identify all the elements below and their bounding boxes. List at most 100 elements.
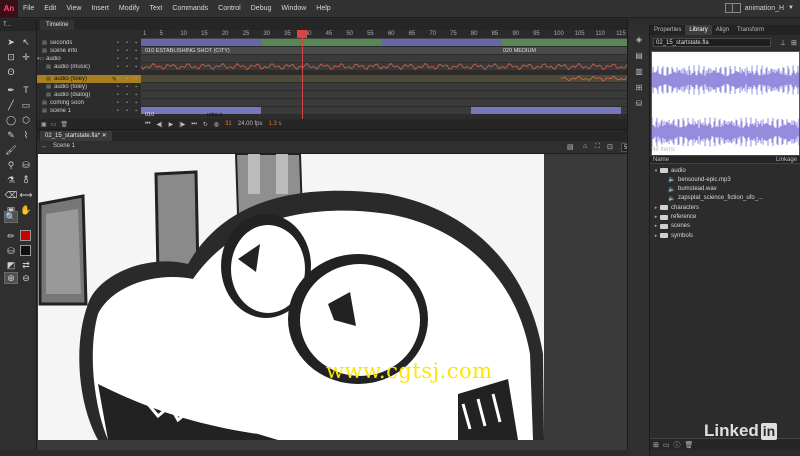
properties-small-icon[interactable]: ⓘ xyxy=(674,440,681,450)
loop-icon[interactable]: ↻ xyxy=(203,121,208,128)
black-white-icon[interactable]: ◩ xyxy=(4,259,18,271)
text-tool-icon[interactable]: T xyxy=(19,84,33,96)
3d-rotation-tool-icon[interactable]: ✛ xyxy=(19,51,33,63)
subselection-tool-icon[interactable]: ↖ xyxy=(19,36,33,48)
library-item[interactable]: ▸ reference xyxy=(650,213,800,222)
menu-edit[interactable]: Edit xyxy=(39,5,61,12)
lasso-tool-icon[interactable]: ʘ xyxy=(4,66,18,78)
tab-library[interactable]: Library xyxy=(685,25,712,35)
width-tool-icon[interactable]: ⟷ xyxy=(19,189,33,201)
back-arrow-icon[interactable]: ← xyxy=(41,143,48,150)
library-item[interactable]: 🔈 bensound-epic.mp3 xyxy=(650,175,800,184)
timeline-tab[interactable]: Timeline xyxy=(40,20,75,30)
eyedropper-tool-icon[interactable]: ⚨ xyxy=(19,174,33,186)
align-icon[interactable]: ▥ xyxy=(633,67,645,77)
layer-toggles[interactable]: • • ▪ xyxy=(117,40,141,46)
frame-rate[interactable]: 24.00 fps xyxy=(238,121,263,127)
polystar-tool-icon[interactable]: ⬡ xyxy=(19,114,33,126)
menu-text[interactable]: Text xyxy=(145,5,168,12)
menu-file[interactable]: File xyxy=(18,5,39,12)
layer-row[interactable]: ▤ audio (foley) ✎ • • ▪ xyxy=(37,75,141,83)
layer-row[interactable]: ▤ audio (foley) • • ▪ xyxy=(37,83,141,91)
new-folder-icon[interactable]: ▭ xyxy=(51,121,57,128)
layer-row[interactable]: ▤ scene info • • ▪ xyxy=(37,47,141,55)
fill-color-swatch[interactable] xyxy=(20,245,31,256)
brush-tool-icon[interactable]: ⌇ xyxy=(19,129,33,141)
menu-debug[interactable]: Debug xyxy=(246,5,277,12)
snap-to-objects-icon[interactable]: ⊕ xyxy=(4,272,18,284)
zoom-out-icon[interactable]: ⊖ xyxy=(19,272,33,284)
stage[interactable] xyxy=(38,154,544,440)
layer-row[interactable]: ▤ coming soon • • ▪ xyxy=(37,99,141,107)
layer-row[interactable]: ▤ audio (music) • • ▪ xyxy=(37,63,141,71)
tab-align[interactable]: Align xyxy=(712,25,733,35)
step-back-icon[interactable]: ◀| xyxy=(156,121,162,128)
layer-toggles[interactable]: • • ▪ xyxy=(117,84,141,90)
edit-scene-icon[interactable]: ⌂ xyxy=(583,143,587,150)
last-frame-icon[interactable]: ⏭ xyxy=(191,121,196,128)
library-item[interactable]: ▸ characters xyxy=(650,203,800,212)
chevron-right-icon[interactable]: ▸ xyxy=(652,214,660,220)
swap-colors-icon[interactable]: ⇄ xyxy=(19,259,33,271)
properties-icon[interactable]: ◈ xyxy=(633,35,645,45)
chevron-right-icon[interactable]: ▸ xyxy=(652,233,660,239)
library-item[interactable]: ▸ scenes xyxy=(650,222,800,231)
layer-toggles[interactable]: • • ▪ xyxy=(117,64,141,70)
layer-row[interactable]: ▤ audio (dialog) • • ▪ xyxy=(37,91,141,99)
library-file-select[interactable]: 02_15_startstate.fla xyxy=(653,38,771,47)
stroke-color-swatch[interactable] xyxy=(20,230,31,241)
menu-modify[interactable]: Modify xyxy=(114,5,145,12)
library-item[interactable]: ▾ audio xyxy=(650,166,800,175)
current-frame[interactable]: 31 xyxy=(225,121,232,127)
new-library-panel-icon[interactable]: ⊞ xyxy=(791,39,797,47)
layer-row[interactable]: ▾▭ audio • • ▪ xyxy=(37,55,141,63)
pencil-tool-icon[interactable]: ✎ xyxy=(4,129,18,141)
chevron-right-icon[interactable]: ▸ xyxy=(652,223,660,229)
ink-bottle-tool-icon[interactable]: ⚗ xyxy=(4,174,18,186)
onion-skin-icon[interactable]: ◍ xyxy=(214,121,219,128)
new-folder-icon[interactable]: ▭ xyxy=(663,441,670,449)
chevron-right-icon[interactable]: ▸ xyxy=(652,205,660,211)
layout-icon[interactable] xyxy=(724,3,741,13)
fill-color-icon[interactable]: ⛁ xyxy=(4,245,18,257)
play-icon[interactable]: ▶ xyxy=(169,121,174,128)
library-icon[interactable]: ▤ xyxy=(633,51,645,61)
swatches-icon[interactable]: ⛁ xyxy=(633,99,645,109)
center-stage-icon[interactable]: ⊡ xyxy=(607,143,613,151)
chevron-down-icon[interactable]: ▾ xyxy=(652,168,660,174)
paint-brush-tool-icon[interactable]: 🖌 xyxy=(4,144,18,156)
new-symbol-icon[interactable]: ⊞ xyxy=(653,441,659,449)
column-linkage[interactable]: Linkage xyxy=(776,157,797,163)
menu-commands[interactable]: Commands xyxy=(167,5,213,12)
workspace-switcher[interactable]: animation_H ▼ xyxy=(724,3,794,13)
column-name[interactable]: Name xyxy=(653,157,669,163)
oval-tool-icon[interactable]: ◯ xyxy=(4,114,18,126)
layer-toggles[interactable]: • • ▪ xyxy=(117,76,141,82)
bone-tool-icon[interactable]: ⚲ xyxy=(4,159,18,171)
line-tool-icon[interactable]: ╱ xyxy=(4,99,18,111)
layer-toggles[interactable]: • • ▪ xyxy=(117,100,141,106)
menu-window[interactable]: Window xyxy=(276,5,311,12)
frame-grid[interactable]: 010 ESTABLISHING SHOT (CITY) 020 MEDIUM … xyxy=(140,39,628,121)
first-frame-icon[interactable]: ⏮ xyxy=(145,121,150,128)
layer-toggles[interactable]: • • ▪ xyxy=(117,56,141,62)
menu-insert[interactable]: Insert xyxy=(86,5,114,12)
paint-bucket-tool-icon[interactable]: ⛁ xyxy=(19,159,33,171)
library-item[interactable]: 🔈 bumstead.wav xyxy=(650,185,800,194)
layer-row[interactable]: ▤ scene 1 • • ▪ xyxy=(37,107,141,115)
hand-tool-icon[interactable]: ✋ xyxy=(19,204,33,216)
zoom-tool-icon[interactable]: 🔍 xyxy=(4,211,18,223)
menu-view[interactable]: View xyxy=(61,5,86,12)
layer-toggles[interactable]: • • ▪ xyxy=(117,108,141,114)
tab-properties[interactable]: Properties xyxy=(650,25,685,35)
menu-control[interactable]: Control xyxy=(213,5,246,12)
free-transform-tool-icon[interactable]: ⊡ xyxy=(4,51,18,63)
edit-symbol-icon[interactable]: ⛶ xyxy=(595,143,600,151)
library-item[interactable]: ▸ symbols xyxy=(650,231,800,240)
pin-icon[interactable]: ⊥ xyxy=(780,39,786,47)
delete-layer-icon[interactable]: 🗑 xyxy=(60,121,68,128)
layer-toggles[interactable]: • • ▪ xyxy=(117,92,141,98)
playhead[interactable] xyxy=(302,30,303,125)
step-forward-icon[interactable]: |▶ xyxy=(179,121,185,128)
stroke-color-icon[interactable]: ✏ xyxy=(4,230,18,242)
